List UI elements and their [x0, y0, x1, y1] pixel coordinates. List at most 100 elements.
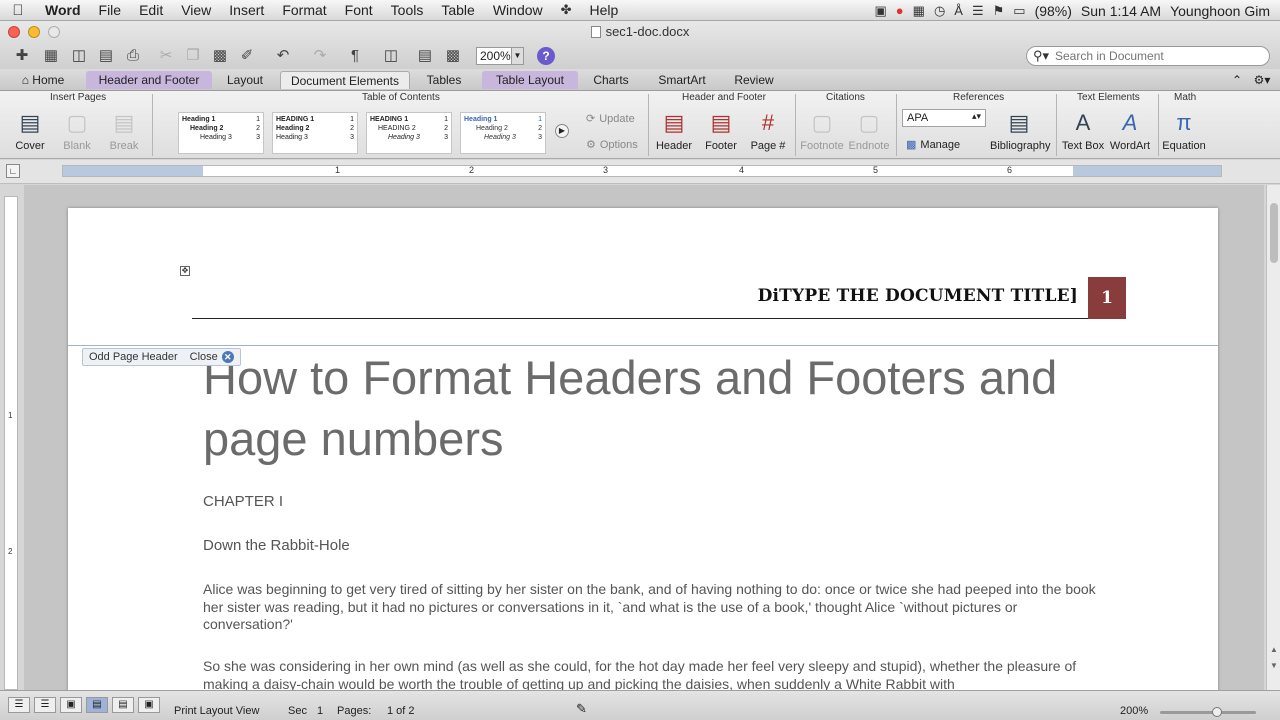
header-title[interactable]: DiTYPE THE DOCUMENT TITLE]	[468, 286, 1078, 306]
zoom-slider-knob[interactable]	[1212, 707, 1222, 717]
move-handle-icon[interactable]: ✥	[180, 266, 190, 276]
page-number-button[interactable]: # Page #	[744, 106, 792, 152]
menu-help[interactable]: Help	[581, 2, 628, 18]
menu-view[interactable]: View	[172, 2, 220, 18]
battery-icon[interactable]: ▭	[1013, 3, 1025, 19]
record-icon[interactable]: ●	[896, 3, 904, 18]
manage-citations-button[interactable]: ▩ Manage	[906, 138, 960, 152]
text-box-button[interactable]: A Text Box	[1059, 106, 1107, 152]
tab-charts[interactable]: Charts	[584, 71, 638, 89]
endnote-button[interactable]: ▢ Endnote	[845, 106, 893, 152]
toc-style-1[interactable]: Heading 11 Heading 22 Heading 33	[178, 112, 264, 154]
time-machine-icon[interactable]: ◷	[934, 3, 945, 19]
menu-file[interactable]: File	[90, 2, 131, 18]
citation-style-select[interactable]: APA ▴▾	[902, 109, 986, 127]
media-browser-icon[interactable]: ▩	[442, 45, 464, 65]
focus-view-icon[interactable]: ▣	[138, 697, 160, 713]
wifi-icon[interactable]: ☰	[972, 3, 984, 19]
apple-icon[interactable]: 	[0, 2, 36, 19]
copy-icon[interactable]: ❐	[182, 45, 204, 65]
toc-next-arrow-icon[interactable]: ▶	[555, 124, 569, 138]
scrollbar-thumb[interactable]	[1270, 203, 1278, 263]
search-icon[interactable]: ⚲▾	[1027, 48, 1055, 64]
outline-view-icon[interactable]: ☰	[34, 697, 56, 713]
toc-style-3[interactable]: HEADING 11 HEADING 22 Heading 33	[366, 112, 452, 154]
chapter-heading[interactable]: CHAPTER I	[203, 493, 283, 510]
spelling-status-icon[interactable]: ✎	[576, 701, 587, 717]
paragraph[interactable]: Alice was beginning to get very tired of…	[203, 581, 1103, 634]
scroll-down-icon[interactable]: ▼	[1269, 661, 1279, 670]
tab-home[interactable]: ⌂ Home	[8, 71, 78, 89]
vertical-scrollbar[interactable]: ▲ ▼	[1266, 185, 1280, 690]
footnote-button[interactable]: ▢ Footnote	[798, 106, 846, 152]
sidebar-toggle-icon[interactable]: ◫	[376, 45, 406, 65]
toc-style-4[interactable]: Heading 11 Heading 22 Heading 33	[460, 112, 546, 154]
document-canvas[interactable]: ✥ DiTYPE THE DOCUMENT TITLE] 1 How to Fo…	[24, 185, 1264, 690]
collapse-ribbon-icon[interactable]: ⌃	[1228, 71, 1246, 89]
print-icon[interactable]: ⎙	[122, 45, 144, 65]
zoom-select[interactable]: 200% ▼	[476, 47, 524, 65]
horizontal-ruler[interactable]: 1 2 3 4 5 6	[62, 165, 1222, 177]
update-toc-button[interactable]: ⟳ Update	[586, 112, 635, 126]
vertical-ruler[interactable]: 1 2	[4, 196, 18, 690]
tab-tables[interactable]: Tables	[414, 71, 474, 89]
tab-review[interactable]: Review	[728, 71, 780, 89]
document-title[interactable]: How to Format Headers and Footers and pa…	[203, 347, 1133, 469]
user-name[interactable]: Younghoon Gim	[1170, 3, 1270, 19]
cut-icon[interactable]: ✂	[155, 45, 177, 65]
undo-icon[interactable]: ↶	[268, 45, 298, 65]
gallery-icon[interactable]: ▦	[40, 45, 62, 65]
print-layout-view-icon[interactable]: ▤	[86, 697, 108, 713]
script-icon[interactable]: ✤	[552, 2, 581, 18]
help-icon[interactable]: ?	[537, 47, 555, 65]
menu-format[interactable]: Format	[273, 2, 335, 18]
paragraph-marks-icon[interactable]: ¶	[344, 45, 366, 65]
tab-table-layout[interactable]: Table Layout	[482, 71, 578, 89]
equation-button[interactable]: π Equation	[1160, 106, 1208, 152]
save-icon[interactable]: ▤	[95, 45, 117, 65]
wordart-button[interactable]: A WordArt	[1106, 106, 1154, 152]
paragraph[interactable]: So she was considering in her own mind (…	[203, 658, 1103, 690]
search-input[interactable]	[1055, 48, 1269, 64]
scroll-up-icon[interactable]: ▲	[1269, 645, 1279, 654]
zoom-slider[interactable]	[1160, 707, 1256, 717]
view-icon[interactable]: ▤	[414, 45, 436, 65]
format-painter-icon[interactable]: ✐	[236, 45, 258, 65]
camera-icon[interactable]: ▣	[874, 3, 886, 19]
open-icon[interactable]: ◫	[68, 45, 90, 65]
header-page-number[interactable]: 1	[1088, 277, 1126, 319]
tab-layout[interactable]: Layout	[216, 71, 274, 89]
ribbon-settings-icon[interactable]: ⚙▾	[1250, 71, 1274, 89]
tab-document-elements[interactable]: Document Elements	[280, 71, 410, 89]
publishing-view-icon[interactable]: ▣	[60, 697, 82, 713]
menu-font[interactable]: Font	[336, 2, 382, 18]
tab-smartart[interactable]: SmartArt	[648, 71, 716, 89]
break-button[interactable]: ▤ Break	[100, 106, 148, 152]
clock[interactable]: Sun 1:14 AM	[1081, 3, 1161, 19]
cover-button[interactable]: ▤ Cover	[6, 106, 54, 152]
blank-button[interactable]: ▢ Blank	[53, 106, 101, 152]
redo-icon[interactable]: ↷	[305, 45, 335, 65]
clipboard-icon[interactable]: ▦	[913, 3, 925, 19]
footer-button[interactable]: ▤ Footer	[697, 106, 745, 152]
menu-edit[interactable]: Edit	[130, 2, 172, 18]
menu-table[interactable]: Table	[432, 2, 483, 18]
tab-header-and-footer[interactable]: Header and Footer	[86, 71, 212, 89]
header-button[interactable]: ▤ Header	[650, 106, 698, 152]
tab-stop-icon[interactable]: ∟	[6, 164, 20, 178]
menu-window[interactable]: Window	[484, 2, 552, 18]
menu-app-word[interactable]: Word	[36, 2, 90, 18]
paste-icon[interactable]: ▩	[209, 45, 231, 65]
toc-style-2[interactable]: HEADING 11 Heading 22 Heading 33	[272, 112, 358, 154]
flag-icon[interactable]: ⚑	[993, 3, 1005, 19]
new-document-icon[interactable]: ✚	[8, 45, 36, 65]
menu-tools[interactable]: Tools	[382, 2, 433, 18]
draft-view-icon[interactable]: ☰	[8, 697, 30, 713]
bibliography-button[interactable]: ▤ Bibliography	[990, 106, 1051, 152]
menu-insert[interactable]: Insert	[220, 2, 273, 18]
close-header-button[interactable]: Close ✕	[190, 351, 234, 363]
toc-options-button[interactable]: ⚙ Options	[586, 138, 638, 152]
notebook-view-icon[interactable]: ▤	[112, 697, 134, 713]
page[interactable]: ✥ DiTYPE THE DOCUMENT TITLE] 1 How to Fo…	[68, 208, 1218, 690]
chapter-subtitle[interactable]: Down the Rabbit-Hole	[203, 537, 350, 554]
